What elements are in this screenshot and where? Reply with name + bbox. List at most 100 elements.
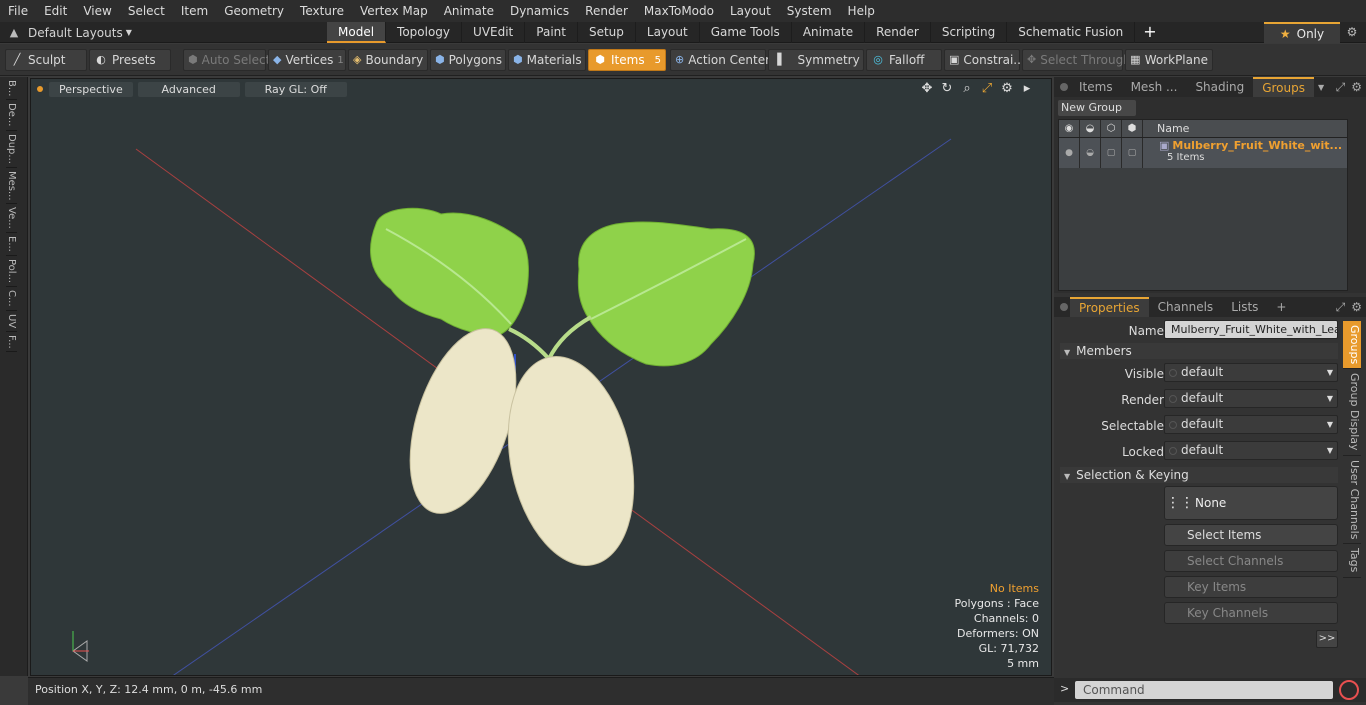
left-tab-vertex[interactable]: Ve...	[6, 204, 17, 234]
vtab-groups[interactable]: Groups	[1343, 321, 1361, 370]
vtab-user-channels[interactable]: User Channels	[1343, 456, 1361, 545]
sculpt-button[interactable]: ╱ Sculpt	[5, 49, 87, 71]
vtab-tags[interactable]: Tags	[1343, 544, 1361, 578]
left-tab-polygon[interactable]: Pol...	[6, 256, 17, 287]
falloff-button[interactable]: ◎ Falloff	[866, 49, 942, 71]
action-center-button[interactable]: ⊕ Action Center	[670, 49, 770, 71]
rotate-view-icon[interactable]: ↻	[937, 81, 957, 96]
tab-schematic-fusion[interactable]: Schematic Fusion	[1007, 22, 1136, 43]
group-row[interactable]: ● ◒ ▢ ▢ ▣ Mulberry_Fruit_White_wit... 5 I…	[1059, 138, 1347, 168]
auto-select-button[interactable]: ⬢ Auto Select	[183, 49, 270, 71]
render-dropdown[interactable]: default ▼	[1164, 389, 1338, 408]
select-items-button[interactable]: Select Items	[1164, 524, 1338, 546]
left-tab-deform[interactable]: De...	[6, 100, 17, 131]
raygl-toggle[interactable]: Ray GL: Off	[244, 81, 347, 97]
tab-mesh[interactable]: Mesh ...	[1122, 77, 1187, 97]
key-items-button[interactable]: Key Items	[1164, 576, 1338, 598]
selectable-dropdown[interactable]: default ▼	[1164, 415, 1338, 434]
left-tab-mesh-edit[interactable]: Mes...	[6, 168, 17, 205]
left-tab-duplicate[interactable]: Dup...	[6, 131, 17, 168]
tab-paint[interactable]: Paint	[525, 22, 578, 43]
more-button[interactable]: >>	[1316, 630, 1338, 648]
panel-gear-icon[interactable]: ⚙	[1351, 297, 1362, 317]
panel-gear-icon[interactable]: ⚙	[1351, 77, 1362, 97]
menu-system[interactable]: System	[779, 0, 840, 22]
tab-animate[interactable]: Animate	[792, 22, 866, 43]
left-tab-uv[interactable]: UV	[6, 311, 17, 332]
tab-model[interactable]: Model	[327, 22, 387, 43]
record-icon[interactable]	[1339, 680, 1359, 700]
left-tab-curve[interactable]: C...	[6, 287, 17, 311]
perspective-dropdown[interactable]: Perspective	[49, 81, 133, 97]
visible-dropdown[interactable]: default ▼	[1164, 363, 1338, 382]
move-view-icon[interactable]: ✥	[917, 81, 937, 96]
viewport-menu-dot[interactable]	[37, 86, 43, 92]
menu-geometry[interactable]: Geometry	[216, 0, 292, 22]
layouts-dropdown[interactable]: ▲ Default Layouts ▼	[0, 22, 200, 43]
items-button[interactable]: ⬢ Items 5	[588, 49, 666, 71]
tab-scripting[interactable]: Scripting	[931, 22, 1008, 43]
lock-cube-icon[interactable]: ⬢	[1122, 120, 1143, 137]
tab-game-tools[interactable]: Game Tools	[700, 22, 792, 43]
locked-dropdown[interactable]: default ▼	[1164, 441, 1338, 460]
group-name-field[interactable]: Mulberry_Fruit_White_with_Leaves	[1164, 320, 1338, 339]
boundary-button[interactable]: ◈ Boundary	[348, 49, 428, 71]
tab-topology[interactable]: Topology	[386, 22, 463, 43]
gear-icon[interactable]: ⚙	[1342, 22, 1362, 42]
select-cube-icon[interactable]: ⬡	[1101, 120, 1122, 137]
tab-uvedit[interactable]: UVEdit	[462, 22, 526, 43]
tab-shading[interactable]: Shading	[1186, 77, 1253, 97]
menu-animate[interactable]: Animate	[436, 0, 502, 22]
menu-texture[interactable]: Texture	[292, 0, 352, 22]
workplane-button[interactable]: ▦ WorkPlane	[1125, 49, 1213, 71]
visibility-eye-icon[interactable]: ◉	[1059, 120, 1080, 137]
advanced-dropdown[interactable]: Advanced	[137, 81, 240, 97]
menu-file[interactable]: File	[0, 0, 36, 22]
key-channels-button[interactable]: Key Channels	[1164, 602, 1338, 624]
tab-lists[interactable]: Lists	[1222, 297, 1267, 317]
up-arrow-icon[interactable]: ▲	[0, 26, 28, 39]
tab-channels[interactable]: Channels	[1149, 297, 1223, 317]
vtab-group-display[interactable]: Group Display	[1343, 369, 1361, 456]
menu-vertex-map[interactable]: Vertex Map	[352, 0, 436, 22]
viewport-settings-icon[interactable]: ⚙	[997, 81, 1017, 96]
left-tab-basic[interactable]: B...	[6, 77, 17, 101]
tab-groups[interactable]: Groups	[1253, 77, 1314, 97]
row-eye-icon[interactable]: ●	[1059, 138, 1080, 168]
fit-view-icon[interactable]: ⤢	[977, 81, 997, 96]
left-tab-edge[interactable]: E...	[6, 233, 17, 256]
left-tab-fusion[interactable]: F...	[6, 332, 17, 353]
polygons-button[interactable]: ⬢ Polygons	[430, 49, 506, 71]
command-input[interactable]: Command	[1075, 681, 1333, 699]
chevron-down-icon[interactable]: ▼	[1318, 83, 1324, 92]
menu-select[interactable]: Select	[120, 0, 173, 22]
menu-help[interactable]: Help	[840, 0, 883, 22]
menu-dynamics[interactable]: Dynamics	[502, 0, 577, 22]
menu-view[interactable]: View	[75, 0, 119, 22]
menu-render[interactable]: Render	[577, 0, 636, 22]
vertices-button[interactable]: ◆ Vertices 1	[268, 49, 346, 71]
new-group-button[interactable]: New Group	[1058, 100, 1136, 116]
tab-setup[interactable]: Setup	[578, 22, 636, 43]
select-through-button[interactable]: ✥ Select Through	[1022, 49, 1131, 71]
only-toggle[interactable]: ★ Only	[1264, 22, 1340, 43]
tab-render[interactable]: Render	[865, 22, 931, 43]
menu-layout[interactable]: Layout	[722, 0, 779, 22]
selection-keying-section[interactable]: ▼ Selection & Keying	[1060, 467, 1338, 483]
expand-icon[interactable]: ⤢	[1336, 297, 1346, 317]
none-selection-button[interactable]: ⋮⋮ None	[1164, 486, 1338, 520]
presets-button[interactable]: ◐ Presets	[89, 49, 171, 71]
menu-edit[interactable]: Edit	[36, 0, 75, 22]
select-channels-button[interactable]: Select Channels	[1164, 550, 1338, 572]
zoom-view-icon[interactable]: ⌕	[957, 81, 977, 96]
tab-properties[interactable]: Properties	[1070, 297, 1149, 317]
3d-viewport[interactable]: Perspective Advanced Ray GL: Off ✥ ↻ ⌕ ⤢…	[30, 78, 1052, 676]
tab-items[interactable]: Items	[1070, 77, 1122, 97]
constraints-button[interactable]: ▣ Constrai...	[944, 49, 1025, 71]
menu-item[interactable]: Item	[173, 0, 216, 22]
tab-layout[interactable]: Layout	[636, 22, 700, 43]
render-icon[interactable]: ◒	[1080, 120, 1101, 137]
menu-maxtomodo[interactable]: MaxToModo	[636, 0, 722, 22]
expand-icon[interactable]: ⤢	[1336, 77, 1346, 97]
add-tab-icon[interactable]: +	[1135, 22, 1164, 43]
